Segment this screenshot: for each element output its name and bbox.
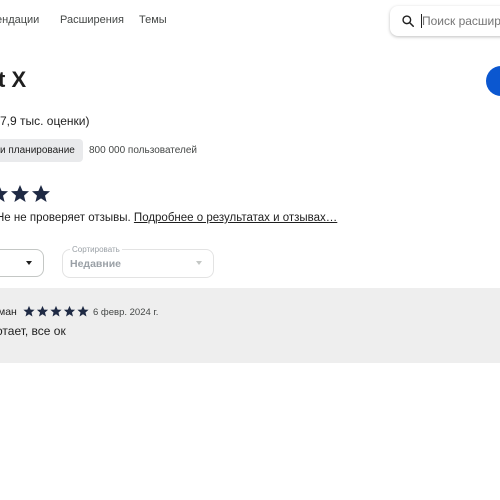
rating-count[interactable]: 7,9 тыс. оценки) bbox=[0, 114, 89, 128]
learn-more-link[interactable]: Подробнее о результатах и отзывах… bbox=[134, 212, 337, 224]
nav-recommendations[interactable]: ендации bbox=[0, 14, 39, 26]
review-rating-stars bbox=[23, 305, 89, 317]
review-card bbox=[0, 288, 500, 363]
review-notice: Не не проверяет отзывы. Подробнее о резу… bbox=[0, 212, 337, 224]
install-button[interactable] bbox=[486, 66, 500, 96]
sort-label: Сортировать bbox=[70, 245, 122, 254]
nav-themes[interactable]: Темы bbox=[139, 14, 167, 26]
review-text: отает, все ок bbox=[0, 324, 66, 338]
rating-stars bbox=[0, 185, 50, 202]
search-icon[interactable] bbox=[401, 14, 415, 28]
extension-title: t X bbox=[0, 67, 27, 92]
category-chip[interactable]: и планирование bbox=[0, 139, 83, 162]
notice-text: Не не проверяет отзывы. bbox=[0, 212, 134, 224]
chevron-down-icon bbox=[26, 261, 32, 265]
search-input[interactable] bbox=[422, 6, 500, 36]
review-date: 6 февр. 2024 г. bbox=[93, 307, 159, 318]
search-box[interactable] bbox=[390, 6, 500, 36]
star-icon bbox=[50, 305, 62, 317]
rating-filter-select[interactable] bbox=[0, 249, 44, 277]
users-count: 800 000 пользователей bbox=[89, 145, 197, 156]
star-icon bbox=[63, 305, 76, 317]
star-icon bbox=[23, 305, 35, 317]
nav-extensions[interactable]: Расширения bbox=[60, 14, 124, 26]
reviewer-name: ман bbox=[0, 306, 17, 318]
sort-value: Недавние bbox=[70, 258, 122, 270]
star-icon bbox=[32, 185, 50, 202]
star-icon bbox=[0, 187, 8, 202]
star-icon bbox=[11, 185, 29, 202]
star-icon bbox=[36, 305, 49, 317]
star-icon bbox=[77, 305, 89, 317]
chevron-down-icon bbox=[196, 261, 202, 265]
text-cursor bbox=[421, 14, 422, 28]
